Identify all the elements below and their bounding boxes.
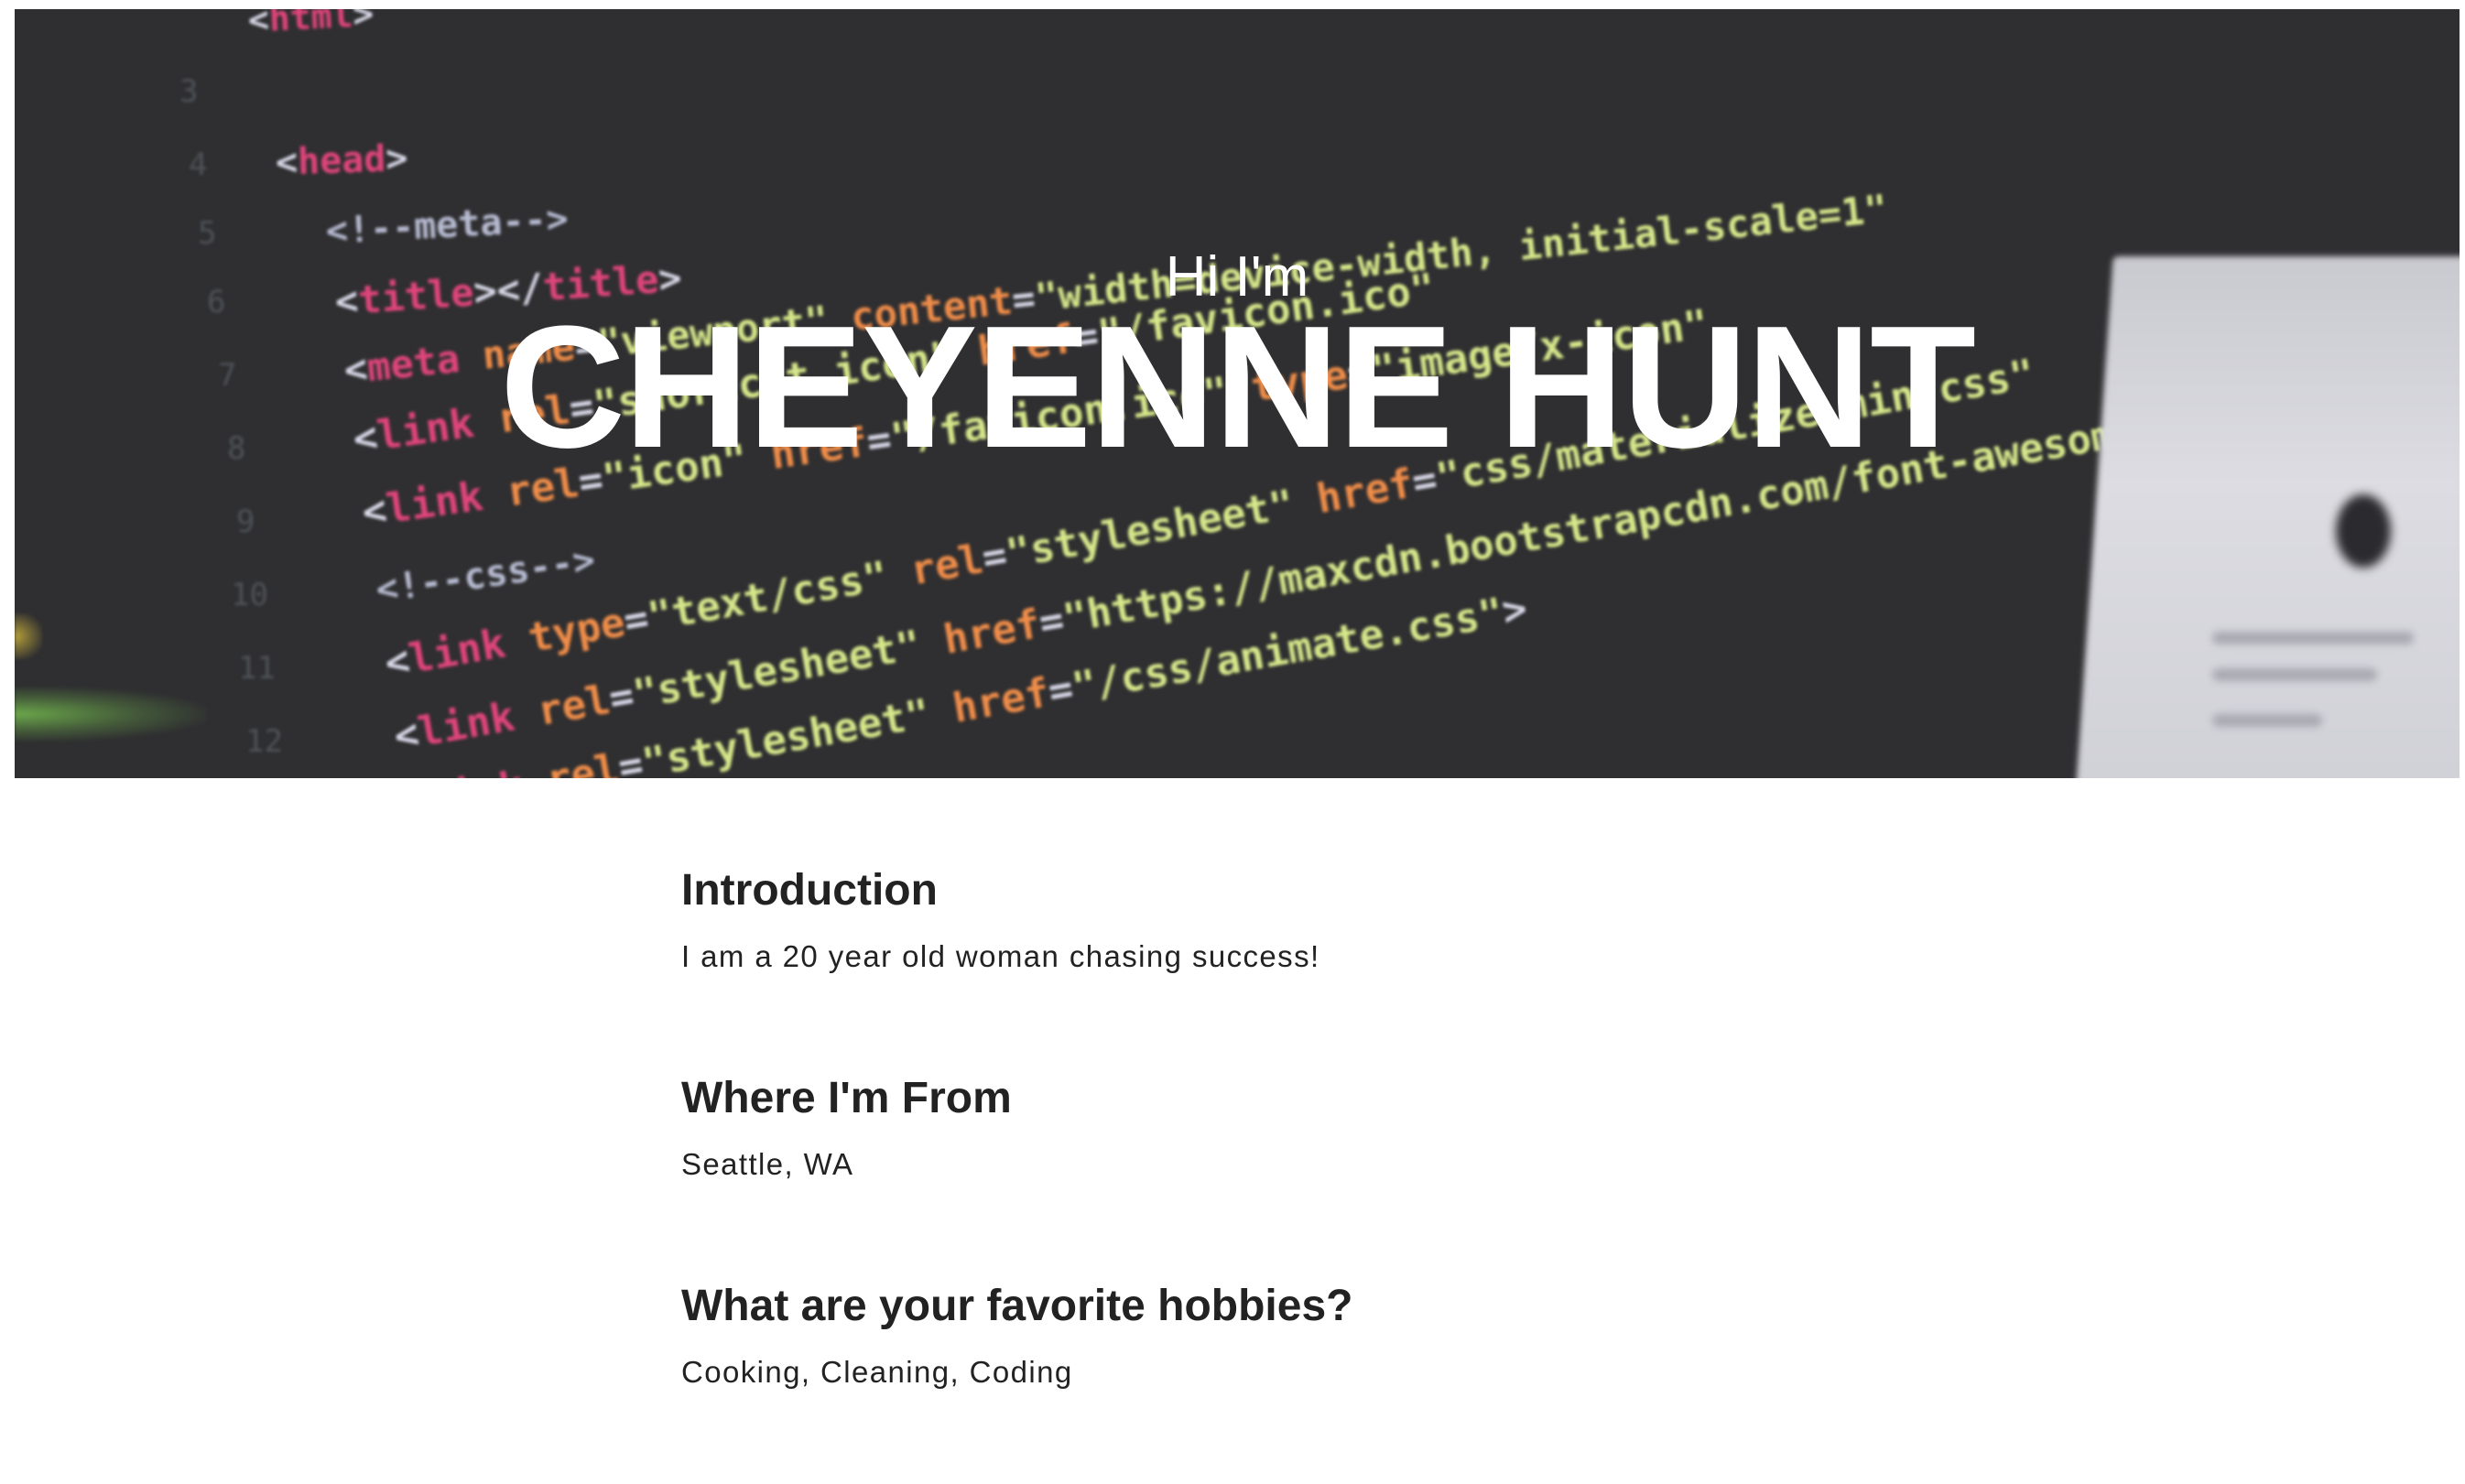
hero-name: CHEYENNE HUNT	[499, 290, 1976, 484]
section-introduction: Introduction I am a 20 year old woman ch…	[681, 861, 1963, 1068]
section-title: What are your favorite hobbies?	[681, 1282, 1353, 1330]
hero-text: Hi I'm CHEYENNE HUNT	[15, 9, 2460, 778]
section-title: Where I'm From	[681, 1074, 1012, 1122]
section-text: I am a 20 year old woman chasing success…	[681, 939, 1320, 973]
hero-banner: 3 4 5 6 7 8 9 10 11 12 <html> <head> <!-…	[15, 9, 2460, 778]
section-hobbies: What are your favorite hobbies? Cooking,…	[681, 1276, 1963, 1484]
section-text: Seattle, WA	[681, 1147, 854, 1181]
main-content: Introduction I am a 20 year old woman ch…	[681, 861, 1963, 1484]
section-title: Introduction	[681, 866, 938, 915]
section-text: Cooking, Cleaning, Coding	[681, 1355, 1073, 1389]
section-where-from: Where I'm From Seattle, WA	[681, 1068, 1963, 1276]
